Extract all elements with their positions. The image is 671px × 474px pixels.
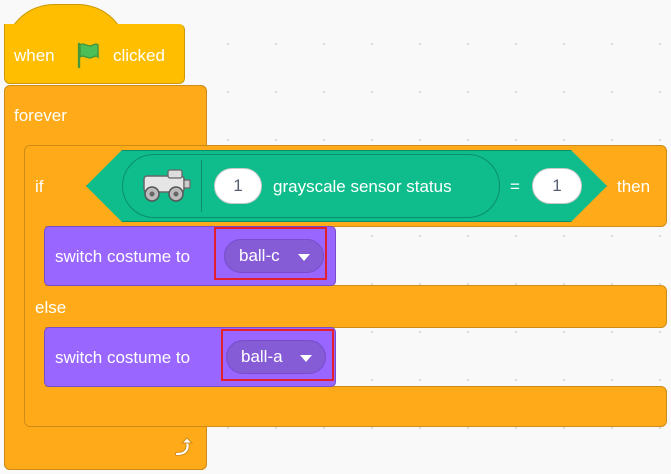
switch-costume-label-else: switch costume to	[55, 348, 191, 367]
compare-value-input[interactable]: 1	[532, 168, 582, 204]
if-else-else-arm	[24, 285, 667, 328]
hat-clicked-label: clicked	[113, 46, 165, 65]
robot-car-icon	[138, 166, 194, 211]
then-label: then	[617, 177, 651, 196]
highlight-box-else	[221, 329, 334, 381]
highlight-box-if	[214, 227, 327, 280]
switch-costume-label-if: switch costume to	[55, 247, 191, 266]
else-label: else	[35, 298, 67, 317]
if-else-bottom-arm	[24, 386, 667, 427]
loop-arrow-icon	[172, 436, 194, 463]
reporter-divider	[201, 160, 202, 212]
green-flag-icon	[73, 40, 103, 75]
sensor-port-input[interactable]: 1	[214, 168, 262, 204]
if-else-left-rail	[24, 220, 45, 420]
sensor-status-label: grayscale sensor status	[273, 177, 452, 196]
if-label: if	[35, 177, 44, 196]
equals-sign: =	[510, 177, 520, 196]
forever-label: forever	[14, 106, 67, 125]
hat-when-label: when	[14, 46, 55, 65]
